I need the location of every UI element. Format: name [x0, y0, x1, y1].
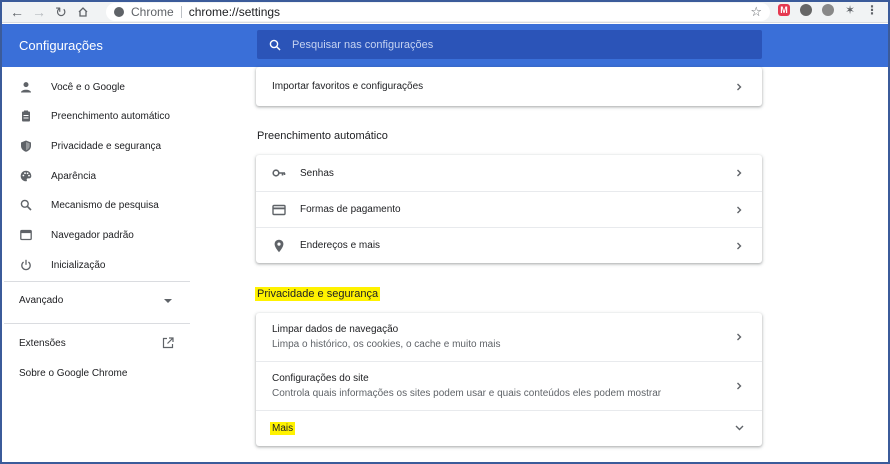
chevron-right-icon [737, 206, 742, 214]
row-label: Limpar dados de navegação [272, 324, 399, 335]
omnibox-site-name: Chrome [131, 5, 174, 19]
section-title-privacy: Privacidade e segurança [255, 287, 381, 301]
sidebar-item-label: Aparência [51, 170, 97, 182]
sidebar-item-label: Privacidade e segurança [51, 140, 162, 152]
menu-dots-icon[interactable]: ⋮ [866, 3, 878, 17]
chevron-right-icon [737, 242, 742, 250]
autofill-card: Senhas Formas de pagamento Endereços e m… [256, 155, 762, 263]
open-in-new-icon[interactable] [162, 337, 174, 349]
sidebar-item-privacidade-e-seguranca[interactable]: Privacidade e segurança [2, 134, 188, 158]
chrome-site-icon [114, 7, 124, 17]
chevron-right-icon [737, 333, 742, 341]
chevron-right-icon [737, 169, 742, 177]
privacy-card: Limpar dados de navegação Limpa o histór… [256, 313, 762, 446]
sidebar-item-label: Preenchimento automático [51, 110, 170, 122]
sidebar-item-mecanismo-de-pesquisa[interactable]: Mecanismo de pesquisa [2, 193, 188, 217]
sidebar-item-label: Você e o Google [51, 81, 125, 93]
row-label: Endereços e mais [300, 240, 381, 251]
row-label: Mais [270, 422, 296, 435]
search-icon [20, 199, 32, 211]
credit-card-icon [272, 203, 286, 217]
row-text: Limpar dados de navegação Limpa o histór… [272, 324, 500, 350]
more-row[interactable]: Mais [256, 410, 762, 446]
omnibox-url: chrome://settings [188, 5, 281, 19]
highlighted-more-label: Mais [270, 422, 296, 435]
reload-icon[interactable]: ↻ [50, 2, 72, 22]
settings-search[interactable] [257, 30, 762, 59]
import-bookmarks-row[interactable]: Importar favoritos e configurações [256, 67, 762, 106]
extension-m-icon[interactable]: M [778, 4, 790, 16]
site-settings-row[interactable]: Configurações do site Controla quais inf… [256, 361, 762, 410]
sidebar-item-extensoes[interactable]: Extensões [19, 338, 66, 349]
sidebar-divider [4, 281, 190, 282]
sidebar-item-preenchimento-automatico[interactable]: Preenchimento automático [2, 104, 188, 128]
chevron-right-icon [737, 382, 742, 390]
row-label: Configurações do site [272, 373, 369, 384]
sidebar-divider [4, 323, 190, 324]
sidebar-item-label: Inicialização [51, 259, 106, 271]
sidebar-item-avancado[interactable]: Avançado [19, 295, 63, 306]
key-icon [272, 166, 286, 180]
address-bar[interactable]: Chrome chrome://settings ☆ [106, 3, 770, 21]
shield-icon [20, 140, 32, 152]
person-icon [20, 81, 32, 93]
power-icon [20, 259, 32, 271]
back-arrow-icon[interactable]: ← [6, 2, 28, 22]
clipboard-icon [20, 110, 32, 122]
sidebar: Você e o Google Preenchimento automático… [2, 67, 190, 462]
chevron-down-icon[interactable] [735, 425, 744, 431]
section-title-autofill: Preenchimento automático [257, 130, 388, 142]
sidebar-item-voce-e-o-google[interactable]: Você e o Google [2, 75, 188, 99]
palette-icon [20, 170, 32, 182]
page-title: Configurações [19, 38, 103, 53]
payment-methods-row[interactable]: Formas de pagamento [256, 191, 762, 227]
search-input[interactable] [292, 38, 712, 51]
location-pin-icon [272, 239, 286, 253]
row-label: Senhas [300, 167, 334, 179]
settings-header: Configurações [2, 24, 888, 67]
extension-record-icon[interactable] [822, 4, 834, 16]
sidebar-item-label: Navegador padrão [51, 229, 134, 241]
clear-browsing-data-row[interactable]: Limpar dados de navegação Limpa o histór… [256, 313, 762, 361]
sidebar-item-navegador-padrao[interactable]: Navegador padrão [2, 223, 188, 247]
sidebar-item-inicializacao[interactable]: Inicialização [2, 253, 188, 277]
sidebar-item-label: Mecanismo de pesquisa [51, 199, 159, 211]
browser-toolbar: ← → ↻ Chrome chrome://settings ☆ M ✶ ⋮ [2, 2, 888, 23]
forward-arrow-icon[interactable]: → [28, 2, 50, 22]
row-label: Importar favoritos e configurações [272, 81, 424, 92]
addresses-row[interactable]: Endereços e mais [256, 227, 762, 263]
extensions-area: M ✶ ⋮ [778, 3, 878, 17]
omnibox-separator [180, 6, 182, 18]
row-sublabel: Limpa o histórico, os cookies, o cache e… [272, 339, 501, 350]
browser-window-icon [20, 229, 32, 241]
bookmark-star-icon[interactable]: ☆ [750, 4, 762, 20]
passwords-row[interactable]: Senhas [256, 155, 762, 191]
search-icon [269, 39, 281, 51]
sidebar-item-sobre-o-google-chrome[interactable]: Sobre o Google Chrome [19, 368, 127, 379]
row-text: Configurações do site Controla quais inf… [272, 373, 661, 399]
chevron-down-icon[interactable] [164, 299, 172, 303]
row-label: Formas de pagamento [300, 204, 401, 215]
highlighted-section-title: Privacidade e segurança [255, 287, 381, 301]
sidebar-item-aparencia[interactable]: Aparência [2, 164, 188, 188]
import-card: Importar favoritos e configurações [256, 67, 762, 106]
home-icon[interactable] [72, 2, 94, 22]
extension-puzzle-icon[interactable]: ✶ [844, 3, 856, 17]
extension-circle-icon[interactable] [800, 4, 812, 16]
row-sublabel: Controla quais informações os sites pode… [272, 388, 662, 399]
chevron-right-icon [737, 83, 742, 91]
